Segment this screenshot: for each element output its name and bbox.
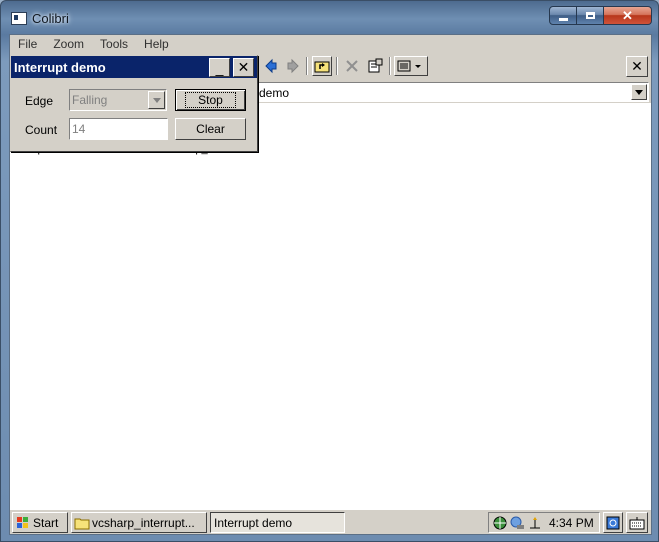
network-globe-icon[interactable] <box>492 515 508 531</box>
edge-dropdown-button[interactable] <box>148 91 165 109</box>
desktop-button[interactable] <box>603 512 623 533</box>
forward-button[interactable] <box>283 56 303 76</box>
connection-icon[interactable] <box>509 515 525 531</box>
device-screen: File Zoom Tools Help ✕ demo Start vcshar… <box>9 34 652 535</box>
toolbar-close-button[interactable]: ✕ <box>626 56 648 77</box>
windows-flag-icon <box>17 516 28 528</box>
keyboard-button[interactable] <box>626 512 648 533</box>
keyboard-icon <box>629 516 645 529</box>
clock[interactable]: 4:34 PM <box>549 516 594 530</box>
maximize-icon <box>585 12 595 19</box>
taskbar-dialog-button[interactable]: Interrupt demo <box>210 512 345 533</box>
count-field[interactable]: 14 <box>69 118 168 140</box>
address-value: demo <box>259 86 290 100</box>
delete-x-icon <box>346 60 358 72</box>
toolbar-separator <box>306 57 308 75</box>
close-button[interactable]: ✕ <box>604 6 652 25</box>
folder-icon <box>74 518 90 529</box>
usb-icon[interactable] <box>527 515 543 531</box>
minimize-button[interactable] <box>549 6 577 25</box>
chevron-down-icon <box>152 97 161 103</box>
start-label: Start <box>33 515 59 530</box>
main-window: Colibri ✕ File Zoom Tools Help ✕ demo St… <box>0 0 659 542</box>
taskbar-dialog-label: Interrupt demo <box>214 515 293 530</box>
taskbar-folder-button[interactable]: vcsharp_interrupt... <box>71 512 207 533</box>
app-window-icon <box>11 12 27 25</box>
menu-file[interactable]: File <box>10 37 45 51</box>
properties-icon <box>368 58 383 73</box>
desktop-icon <box>606 516 620 529</box>
close-icon: ✕ <box>237 59 250 75</box>
view-list-icon <box>397 60 421 72</box>
back-button[interactable] <box>261 56 281 76</box>
clear-label: Clear <box>196 122 225 136</box>
menu-tools[interactable]: Tools <box>92 37 136 51</box>
interrupt-demo-dialog: Interrupt demo _ ✕ Edge Falling Stop Cou… <box>10 55 258 152</box>
stop-label: Stop <box>185 92 236 108</box>
dialog-title: Interrupt demo <box>14 60 106 75</box>
menu-help[interactable]: Help <box>136 37 177 51</box>
window-title: Colibri <box>32 11 69 26</box>
caption-buttons: ✕ <box>549 6 652 26</box>
edge-value: Falling <box>72 93 108 107</box>
up-folder-button[interactable] <box>312 56 332 76</box>
minimize-icon <box>558 17 568 21</box>
stop-button[interactable]: Stop <box>175 89 246 111</box>
dialog-titlebar[interactable]: Interrupt demo _ ✕ <box>11 56 257 78</box>
chevron-down-icon <box>635 89 643 95</box>
system-tray: 4:34 PM <box>488 512 600 533</box>
file-list: GpioLib IntLib vcsharp_in... <box>10 103 651 509</box>
toolbar-separator <box>389 57 391 75</box>
menu-zoom[interactable]: Zoom <box>45 37 92 51</box>
minimize-icon: _ <box>215 59 224 76</box>
toolbar-separator <box>336 57 338 75</box>
view-menu-button[interactable] <box>394 56 428 76</box>
taskbar: Start vcsharp_interrupt... Interrupt dem… <box>10 509 651 534</box>
close-x-icon: ✕ <box>631 58 643 74</box>
back-arrow-icon <box>265 58 277 74</box>
forward-arrow-icon <box>287 58 299 74</box>
delete-button[interactable] <box>342 56 362 76</box>
close-icon: ✕ <box>622 7 633 23</box>
start-button[interactable]: Start <box>12 512 68 533</box>
up-folder-icon <box>314 61 330 73</box>
edge-label: Edge <box>25 94 54 108</box>
clear-button[interactable]: Clear <box>175 118 246 140</box>
properties-button[interactable] <box>365 56 385 76</box>
address-dropdown-button[interactable] <box>631 84 647 100</box>
dialog-minimize-button[interactable]: _ <box>209 58 230 77</box>
count-label: Count <box>25 123 58 137</box>
dialog-close-button[interactable]: ✕ <box>233 58 254 77</box>
taskbar-folder-label: vcsharp_interrupt... <box>92 515 195 530</box>
window-titlebar[interactable]: Colibri ✕ <box>1 1 658 33</box>
edge-select[interactable]: Falling <box>69 89 167 111</box>
maximize-button[interactable] <box>577 6 604 25</box>
menu-bar: File Zoom Tools Help <box>10 35 651 53</box>
count-value: 14 <box>72 122 86 136</box>
